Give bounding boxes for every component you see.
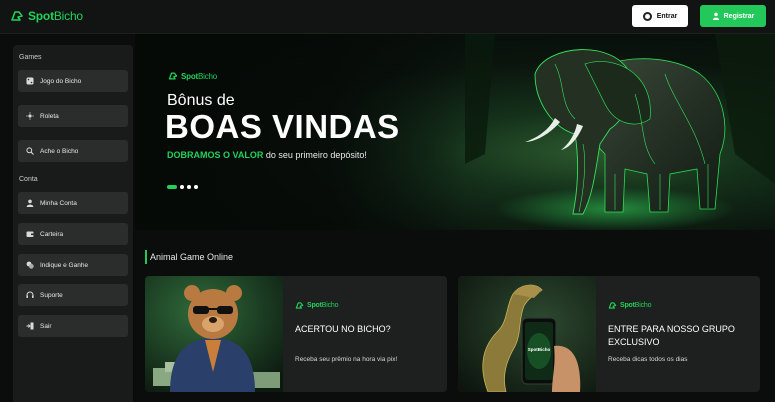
card-logo: SpotBicho xyxy=(295,301,338,310)
register-label: Registrar xyxy=(723,12,755,20)
sidebar-item-sair[interactable]: Sair xyxy=(18,315,128,337)
section-accent-bar xyxy=(145,250,147,264)
hero-title-big: BOAS VINDAS xyxy=(165,108,400,145)
brand-name: SpotBicho xyxy=(28,9,83,23)
card-subtitle: Receba seu prêmio na hora via pix! xyxy=(295,356,398,363)
card-title: ACERTOU NO BICHO? xyxy=(295,324,391,334)
sidebar-item-carteira[interactable]: Carteira xyxy=(18,223,128,245)
hero-highlight: DOBRAMOS O VALOR xyxy=(167,150,264,160)
sidebar-item-label: Sair xyxy=(40,322,52,330)
sidebar-item-label: Roleta xyxy=(40,112,59,120)
user-icon xyxy=(642,11,652,21)
coins-icon xyxy=(26,261,34,269)
user-icon xyxy=(26,199,34,207)
logout-icon xyxy=(26,322,34,330)
wallet-icon xyxy=(26,230,34,238)
snake-phone-illustration xyxy=(458,276,596,392)
roulette-icon xyxy=(26,112,34,120)
sidebar-item-label: Ache o Bicho xyxy=(40,147,79,155)
card-subtitle: Receba dicas todos os dias xyxy=(608,356,688,363)
carousel-dot[interactable] xyxy=(180,185,184,189)
sidebar-item-indique-e-ganhe[interactable]: Indique e Ganhe xyxy=(18,254,128,276)
bear-illustration xyxy=(145,276,283,392)
hero-subtitle: DOBRAMOS O VALOR do seu primeiro depósit… xyxy=(167,150,367,160)
logo-mark-icon xyxy=(168,72,178,80)
carousel-dot[interactable] xyxy=(194,185,198,189)
elephant-illustration xyxy=(465,34,775,230)
card-logo: SpotBicho xyxy=(608,301,651,310)
logo-mark-icon xyxy=(608,302,617,309)
promo-card-group[interactable]: SpotBicho SpotBicho ENTRE PARA NOSSO GRU… xyxy=(458,276,760,392)
sidebar-item-label: Suporte xyxy=(40,291,63,299)
sidebar-item-label: Minha Conta xyxy=(40,199,77,207)
phone-brand-label: SpotBicho xyxy=(527,347,551,352)
card-logo-text: SpotBicho xyxy=(307,302,339,309)
card-title: ENTRE PARA NOSSO GRUPO EXCLUSIVO xyxy=(608,324,735,347)
carousel-dot[interactable] xyxy=(167,185,177,189)
register-button[interactable]: Registrar xyxy=(700,5,766,27)
hero-logo-text: SpotBicho xyxy=(181,71,217,81)
login-label: Entrar xyxy=(656,12,678,20)
card-logo-text: SpotBicho xyxy=(620,302,652,309)
hero-logo: SpotBicho xyxy=(168,71,217,81)
sidebar-heading-account: Conta xyxy=(19,176,38,183)
sidebar-item-label: Indique e Ganhe xyxy=(40,261,89,269)
sidebar-item-ache-o-bicho[interactable]: Ache o Bicho xyxy=(18,140,128,162)
sidebar-item-suporte[interactable]: Suporte xyxy=(18,284,128,306)
carousel-dot[interactable] xyxy=(187,185,191,189)
hero-subtitle-rest: do seu primeiro depósito! xyxy=(263,150,367,160)
promo-card-prize[interactable]: SpotBicho ACERTOU NO BICHO? Receba seu p… xyxy=(145,276,447,392)
sidebar-item-minha-conta[interactable]: Minha Conta xyxy=(18,192,128,214)
sidebar-item-label: Jogo do Bicho xyxy=(40,77,82,85)
sidebar-item-label: Carteira xyxy=(40,230,64,238)
sidebar: Games Jogo do Bicho Roleta Ache o Bicho … xyxy=(13,45,133,402)
sidebar-item-roleta[interactable]: Roleta xyxy=(18,105,128,127)
sidebar-item-jogo-do-bicho[interactable]: Jogo do Bicho xyxy=(18,70,128,92)
logo-mark-icon xyxy=(295,302,304,309)
carousel-dots xyxy=(167,185,198,189)
login-button[interactable]: Entrar xyxy=(632,5,688,27)
brand-logo[interactable]: SpotBicho xyxy=(10,9,83,23)
logo-mark-icon xyxy=(11,11,23,21)
section-title: Animal Game Online xyxy=(150,252,234,262)
support-icon xyxy=(26,291,34,299)
hero-banner[interactable]: SpotBicho Bônus de BOAS VINDAS DOBRAMOS … xyxy=(135,34,775,230)
top-bar: SpotBicho Entrar Registrar xyxy=(0,0,775,34)
dice-icon xyxy=(26,77,34,85)
register-user-icon xyxy=(712,12,719,20)
search-icon xyxy=(26,147,34,155)
sidebar-heading-games: Games xyxy=(19,54,42,61)
